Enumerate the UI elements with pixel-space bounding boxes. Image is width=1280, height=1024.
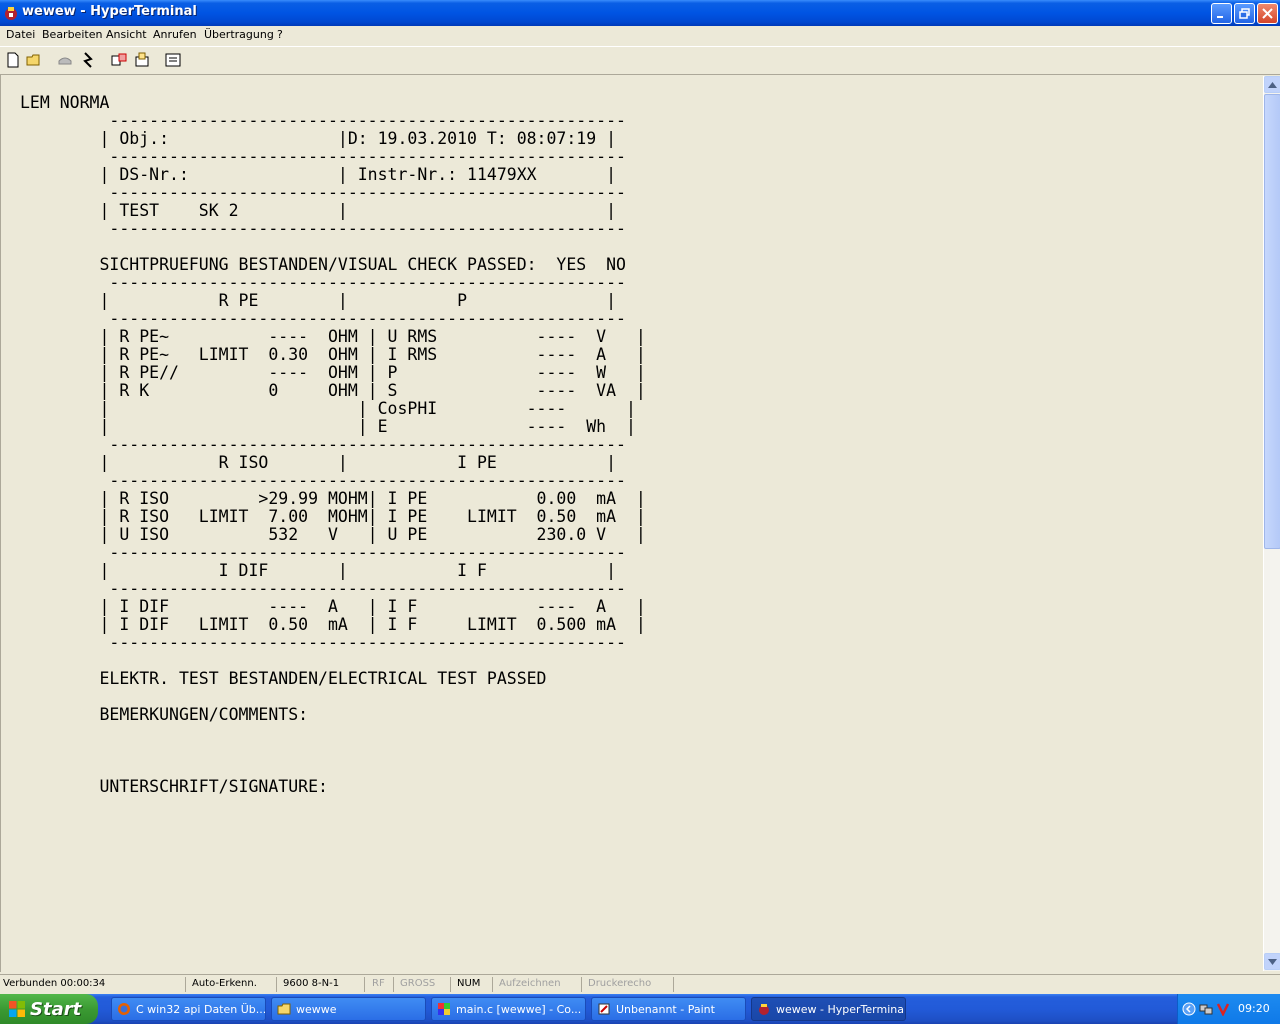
paint-icon: [598, 1003, 610, 1015]
terminal-text: LEM NORMA ------------------------------…: [20, 93, 646, 796]
antivirus-icon[interactable]: [1216, 1002, 1230, 1016]
close-button[interactable]: [1257, 3, 1278, 24]
status-connected: Verbunden 00:00:34: [3, 978, 106, 989]
clock: 09:20: [1238, 1002, 1270, 1015]
status-caps: GROSS: [400, 978, 436, 989]
taskbar-item-hyperterminal[interactable]: wewew - HyperTerminal: [751, 997, 906, 1021]
menu-anrufen[interactable]: Anrufen: [153, 28, 197, 41]
network-icon[interactable]: [1199, 1002, 1213, 1016]
status-rf: RF: [372, 978, 385, 989]
firefox-icon: [118, 1003, 130, 1015]
disconnect-icon[interactable]: [56, 51, 74, 69]
status-capture: Aufzeichnen: [499, 978, 561, 989]
folder-icon: [277, 1003, 291, 1015]
scroll-thumb[interactable]: [1264, 94, 1280, 549]
toolbar: [0, 46, 1280, 72]
new-document-icon[interactable]: [4, 51, 22, 69]
system-tray: 09:20: [1177, 994, 1280, 1024]
restore-button[interactable]: [1234, 3, 1255, 24]
taskbar-item-firefox[interactable]: C win32 api Daten Üb...: [111, 997, 266, 1021]
taskbar-item-paint[interactable]: Unbenannt - Paint: [591, 997, 746, 1021]
menu-ansicht[interactable]: Ansicht: [106, 28, 147, 41]
terminal-output[interactable]: LEM NORMA ------------------------------…: [2, 76, 1263, 971]
taskbar-item-folder[interactable]: wewwe: [271, 997, 426, 1021]
vertical-scrollbar[interactable]: [1263, 76, 1280, 971]
status-bar: Verbunden 00:00:34 Auto-Erkenn. 9600 8-N…: [0, 974, 1280, 994]
title-bar: wewew - HyperTerminal: [0, 0, 1280, 26]
arrow-up-icon: [1268, 81, 1277, 88]
show-hidden-icons-icon[interactable]: [1182, 1002, 1196, 1016]
properties-icon[interactable]: [164, 51, 182, 69]
status-auto-detect: Auto-Erkenn.: [192, 978, 257, 989]
connect-icon[interactable]: [79, 51, 97, 69]
menu-datei[interactable]: Datei: [6, 28, 35, 41]
window-title: wewew - HyperTerminal: [22, 4, 197, 19]
windows-logo-icon: [9, 1001, 25, 1017]
terminal-window: LEM NORMA ------------------------------…: [0, 74, 1280, 972]
arrow-down-icon: [1268, 958, 1277, 965]
send-icon[interactable]: [110, 51, 128, 69]
receive-icon[interactable]: [133, 51, 151, 69]
start-button[interactable]: Start: [0, 994, 98, 1024]
close-icon: [1262, 8, 1273, 19]
restore-icon: [1239, 8, 1250, 19]
taskbar: Start C win32 api Daten Üb... wewwe main…: [0, 994, 1280, 1024]
hyperterminal-icon: [759, 1004, 769, 1015]
hyperterminal-icon: [5, 7, 17, 20]
menu-bar: Datei Bearbeiten Ansicht Anrufen Übertra…: [0, 26, 1280, 44]
taskbar-item-codeblocks[interactable]: main.c [wewwe] - Co...: [431, 997, 586, 1021]
status-print-echo: Druckerecho: [588, 978, 652, 989]
menu-help[interactable]: ?: [277, 28, 283, 41]
minimize-icon: [1217, 16, 1223, 18]
status-num: NUM: [457, 978, 481, 989]
start-label: Start: [30, 998, 82, 1020]
open-folder-icon[interactable]: [25, 51, 43, 69]
scroll-down-button[interactable]: [1264, 953, 1280, 970]
status-port-settings: 9600 8-N-1: [283, 978, 340, 989]
menu-bearbeiten[interactable]: Bearbeiten: [42, 28, 102, 41]
minimize-button[interactable]: [1211, 3, 1232, 24]
menu-uebertragung[interactable]: Übertragung: [204, 28, 274, 41]
codeblocks-icon: [438, 1003, 450, 1015]
scroll-up-button[interactable]: [1264, 76, 1280, 93]
